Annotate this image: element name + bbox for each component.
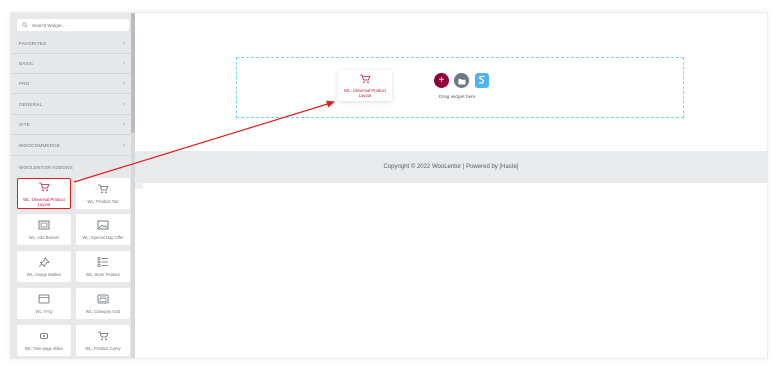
widget-special-day-offer[interactable]: WL: Special Day Offer <box>76 214 130 245</box>
woolentor-logo-icon <box>478 72 486 90</box>
widget-label: WL: FAQ <box>35 309 53 314</box>
slider-icon <box>37 330 51 342</box>
folder-icon <box>458 72 466 90</box>
category-label: GENERAL <box>19 102 43 107</box>
chevron-right-icon: › <box>123 142 125 149</box>
category-basic[interactable]: BASIC › <box>11 54 131 74</box>
widget-label: WL: One page slider <box>24 346 64 351</box>
widget-label: WL: Store Feature <box>85 272 121 277</box>
category-label: BASIC <box>19 61 34 66</box>
add-section-button[interactable]: + <box>434 73 449 88</box>
list-icon <box>96 256 110 268</box>
widget-image-marker[interactable]: WL: Image Marker <box>17 251 71 282</box>
drag-widget-hint: Drag widget here <box>439 95 476 100</box>
editor-window: FAVORITES › BASIC › PRO › GENERAL › SITE… <box>10 12 768 359</box>
cart-icon <box>37 181 51 193</box>
faq-icon <box>37 293 51 305</box>
category-pro[interactable]: PRO › <box>11 74 131 94</box>
widget-panel: FAVORITES › BASIC › PRO › GENERAL › SITE… <box>11 13 135 358</box>
category-label: FAVORITES <box>19 41 47 46</box>
template-library-button[interactable] <box>454 73 469 88</box>
category-general[interactable]: GENERAL › <box>11 95 131 115</box>
section-title-woolentor: WOOLENTOR ADDONS <box>19 165 73 170</box>
category-label: SITE <box>19 122 31 127</box>
category-site[interactable]: SITE › <box>11 115 131 135</box>
widget-one-page-slider[interactable]: WL: One page slider <box>17 325 71 356</box>
widget-product-tab[interactable]: WL: Product Tab <box>76 178 130 209</box>
widget-add-banner[interactable]: WL: Add Banner <box>17 214 71 245</box>
search-input[interactable] <box>30 22 122 28</box>
widget-product-curvy[interactable]: WL: Product Curvy <box>76 325 130 356</box>
woolentor-templates-button[interactable] <box>475 73 489 88</box>
banner-icon <box>37 219 51 231</box>
cart-icon <box>359 74 371 84</box>
footer-copyright: Copyright © 2022 WooLentor | Powered by … <box>383 164 519 170</box>
page-footer: Copyright © 2022 WooLentor | Powered by … <box>135 151 767 183</box>
category-label: WOOCOMMERCE <box>19 143 60 148</box>
widget-label: WL: Category Grid <box>85 309 121 314</box>
image-icon <box>96 219 110 231</box>
grid-icon <box>96 293 110 305</box>
widget-label: WL: Product Tab <box>87 199 119 204</box>
widget-label: WL: Product Curvy <box>85 346 121 351</box>
widget-faq[interactable]: WL: FAQ <box>17 288 71 319</box>
cart-icon <box>96 183 110 195</box>
dragged-widget-preview[interactable]: WL: Universal Product Layout <box>338 70 392 101</box>
chevron-right-icon: › <box>123 60 125 67</box>
widget-label: WL: Universal Product Layout <box>23 196 65 207</box>
chevron-right-icon: › <box>123 121 125 128</box>
widget-universal-product-layout[interactable]: WL: Universal Product Layout <box>17 178 71 209</box>
widget-label: WL: Image Marker <box>26 272 62 277</box>
search-icon <box>20 20 30 30</box>
category-favorites[interactable]: FAVORITES › <box>11 34 131 54</box>
category-woocommerce[interactable]: WOOCOMMERCE › <box>11 136 131 156</box>
widget-label: WL: Universal Product Layout <box>344 87 386 98</box>
chevron-right-icon: › <box>123 101 125 108</box>
pin-icon <box>37 256 51 268</box>
editor-canvas: WL: Universal Product Layout + Drag widg… <box>135 13 767 358</box>
search-bar[interactable] <box>17 19 129 31</box>
chevron-right-icon: › <box>123 40 125 47</box>
widget-category-grid[interactable]: WL: Category Grid <box>76 288 130 319</box>
category-label: PRO <box>19 81 30 86</box>
widget-label: WL: Special Day Offer <box>82 235 124 240</box>
plus-icon: + <box>438 75 445 86</box>
cart-icon <box>96 330 110 342</box>
widget-label: WL: Add Banner <box>28 235 60 240</box>
widget-store-feature[interactable]: WL: Store Feature <box>76 251 130 282</box>
chevron-right-icon: › <box>123 80 125 87</box>
